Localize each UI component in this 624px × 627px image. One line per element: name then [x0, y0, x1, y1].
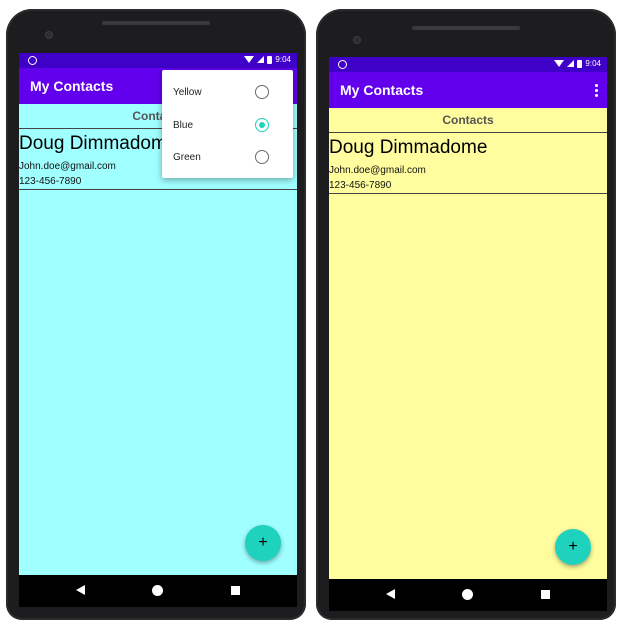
- wifi-icon: [554, 60, 565, 67]
- signal-icon: [257, 56, 265, 63]
- phone-speaker: [412, 26, 520, 30]
- home-icon[interactable]: [462, 589, 473, 600]
- contact-phone: 123-456-7890: [329, 180, 392, 191]
- contact-phone: 123-456-7890: [19, 176, 82, 187]
- color-options-menu: Yellow Blue Green: [162, 70, 293, 178]
- contact-name: Doug Dimmadome: [19, 133, 178, 154]
- home-icon[interactable]: [152, 585, 163, 596]
- add-contact-button[interactable]: +: [555, 529, 591, 565]
- contacts-content: Contacts Doug Dimmadome John.doe@gmail.c…: [329, 108, 607, 579]
- status-time: 9:04: [275, 55, 291, 64]
- back-icon[interactable]: [386, 589, 395, 599]
- contact-divider: [19, 189, 297, 190]
- status-bar: 9:04: [19, 53, 297, 68]
- menu-item-blue[interactable]: Blue: [162, 110, 293, 142]
- radio-checked-icon[interactable]: [255, 118, 269, 132]
- nav-bar: [19, 575, 297, 607]
- status-time: 9:04: [585, 59, 601, 68]
- status-bar: 9:04: [329, 57, 607, 72]
- menu-item-label: Green: [173, 152, 201, 163]
- add-contact-button[interactable]: +: [245, 525, 281, 561]
- signal-icon: [567, 60, 575, 67]
- battery-icon: [267, 55, 273, 64]
- radio-unchecked-icon[interactable]: [255, 150, 269, 164]
- header-divider: [329, 132, 607, 133]
- battery-icon: [577, 59, 583, 68]
- phone-speaker: [102, 21, 210, 25]
- phone-camera: [354, 37, 360, 43]
- radio-unchecked-icon[interactable]: [255, 85, 269, 99]
- contact-email: John.doe@gmail.com: [329, 165, 426, 176]
- menu-item-label: Yellow: [173, 87, 202, 98]
- add-icon: +: [568, 538, 578, 555]
- wifi-icon: [244, 56, 255, 63]
- contact-divider: [329, 193, 607, 194]
- phone-right: 9:04 My Contacts Contacts Doug Dimmadome…: [316, 9, 616, 620]
- nav-bar: [329, 579, 607, 611]
- overflow-menu-icon[interactable]: [591, 80, 601, 100]
- notification-icon: [338, 60, 347, 69]
- notification-icon: [28, 56, 37, 65]
- app-title: My Contacts: [30, 78, 114, 94]
- menu-item-yellow[interactable]: Yellow: [162, 77, 293, 109]
- recents-icon[interactable]: [541, 590, 550, 599]
- menu-item-label: Blue: [173, 120, 194, 131]
- add-icon: +: [258, 534, 268, 551]
- phone-camera: [46, 32, 52, 38]
- screen-right: 9:04 My Contacts Contacts Doug Dimmadome…: [329, 57, 607, 579]
- back-icon[interactable]: [76, 585, 85, 595]
- contacts-header: Contacts: [442, 113, 494, 127]
- phone-left: 9:04 My Contacts Contacts Doug Dimmadome…: [6, 9, 306, 620]
- app-bar: My Contacts: [329, 72, 607, 108]
- menu-item-green[interactable]: Green: [162, 142, 293, 174]
- contact-email: John.doe@gmail.com: [19, 161, 116, 172]
- recents-icon[interactable]: [231, 586, 240, 595]
- app-title: My Contacts: [340, 82, 424, 98]
- contact-name: Doug Dimmadome: [329, 137, 488, 158]
